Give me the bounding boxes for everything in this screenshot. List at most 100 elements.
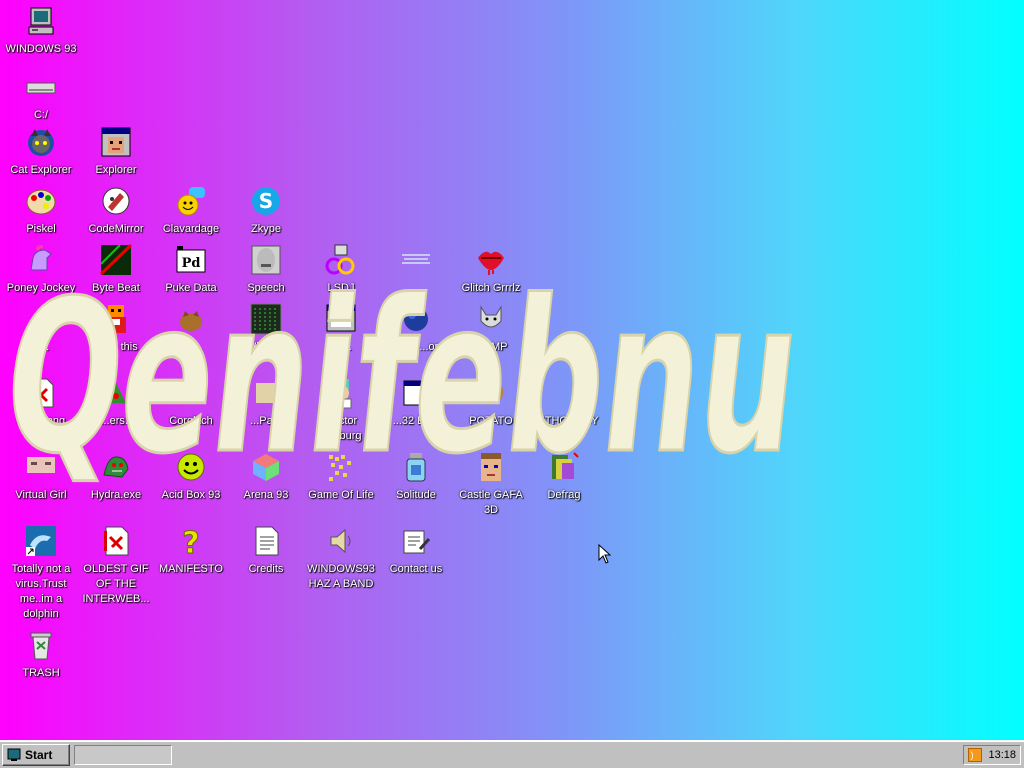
- icon-piskel[interactable]: Piskel: [3, 184, 79, 237]
- desktop: WINDOWS 93 C:/ Cat Explorer Explorer Pis…: [0, 0, 1024, 740]
- icon-label: Hydra.exe: [90, 489, 142, 501]
- corgi-icon: [174, 376, 208, 410]
- wolf-icon: [474, 302, 508, 336]
- icon-codemirror[interactable]: CodeMirror: [78, 184, 154, 237]
- icon-clavardage[interactable]: Clavardage: [153, 184, 229, 237]
- icon-label: Poney Jockey: [6, 282, 76, 294]
- icon-ou[interactable]: ...OU...or: [378, 302, 454, 355]
- icon-haz-a-band[interactable]: WINDOWS93 HAZ A BAND: [303, 524, 379, 592]
- svg-text:?: ?: [182, 526, 199, 557]
- icon-label: Credits: [248, 563, 284, 575]
- bytebeat-icon: [99, 243, 133, 277]
- icon-anthology[interactable]: ANTHOLOGY: [526, 376, 602, 429]
- icon-pe[interactable]: Pe...: [153, 302, 229, 355]
- system-tray: ) 13:18: [963, 745, 1021, 765]
- icon-label: Totally not a virus.Trust me..im a dolph…: [11, 563, 71, 620]
- paint-palette-icon: [24, 184, 58, 218]
- icon-speech[interactable]: Speech: [228, 243, 304, 296]
- icon-acid-box[interactable]: Acid Box 93: [153, 450, 229, 503]
- icon-credits[interactable]: Credits: [228, 524, 304, 577]
- defrag-icon: [547, 450, 581, 484]
- icon-manifesto[interactable]: ? MANIFESTO: [153, 524, 229, 577]
- icon-label: Castle GAFA 3D: [459, 489, 523, 516]
- icon-potato[interactable]: POTATO: [453, 376, 529, 429]
- icon-32-exe[interactable]: ...32 EXE: [378, 376, 454, 429]
- icon-cat-explorer[interactable]: Cat Explorer: [3, 125, 79, 178]
- task-button-slot[interactable]: [74, 745, 172, 765]
- icon-glitch-lines[interactable]: [378, 243, 454, 281]
- icon-label: TRASH: [22, 667, 60, 679]
- svg-text:S: S: [259, 189, 273, 213]
- icon-label: Pe...: [179, 341, 203, 353]
- puredata-icon: Pd: [174, 243, 208, 277]
- icon-take-this[interactable]: Take this: [78, 302, 154, 355]
- icon-label: WINDOWS 93: [5, 43, 77, 55]
- dolphin-icon: [24, 524, 58, 558]
- icon-glitch-grrrlz[interactable]: Glitch Grrrlz: [453, 243, 529, 296]
- icon-label: ...AMP: [474, 341, 508, 353]
- icon-label: C:/: [33, 109, 49, 121]
- icon-explorer[interactable]: Explorer: [78, 125, 154, 178]
- icon-solitude[interactable]: Solitude: [378, 450, 454, 503]
- icon-label: Byte Beat: [92, 282, 140, 294]
- icon-label: ...t...: [330, 341, 352, 353]
- stick-figure-icon: [24, 302, 58, 336]
- mouse-cursor-icon: [598, 544, 612, 564]
- icon-trash[interactable]: TRASH: [3, 628, 79, 681]
- icon-poney-jockey[interactable]: Poney Jockey: [3, 243, 79, 296]
- icon-st-ers-avi[interactable]: St...ers.avi: [78, 376, 154, 429]
- contact-icon: [399, 524, 433, 558]
- icon-label: Defrag: [547, 489, 581, 501]
- icon-label: ...32 EXE: [392, 415, 440, 427]
- icon-drive[interactable]: C:/: [3, 70, 79, 123]
- icon-lenna[interactable]: lenna.png: [3, 376, 79, 429]
- start-logo-icon: [7, 748, 21, 762]
- icon-contact-us[interactable]: Contact us: [378, 524, 454, 577]
- icon-label: lenna.png: [16, 415, 66, 427]
- pony-icon: [24, 243, 58, 277]
- game-of-life-icon: [324, 450, 358, 484]
- icon-game-of-life[interactable]: Game Of Life: [303, 450, 379, 503]
- icon-label: Contact us: [389, 563, 443, 575]
- icon-castle-gafa[interactable]: Castle GAFA 3D: [453, 450, 529, 518]
- icon-doctor-marburg[interactable]: Doctor Marburg: [303, 376, 379, 444]
- explorer-window-icon: [99, 125, 133, 159]
- icon-dolphin[interactable]: Totally not a virus.Trust me..im a dolph…: [3, 524, 79, 622]
- rss-icon[interactable]: ): [968, 748, 983, 762]
- icon-lsdj[interactable]: LSDJ: [303, 243, 379, 296]
- icon-oldest-gif[interactable]: OLDEST GIF OF THE INTERWEB...: [78, 524, 154, 607]
- icon-hydra[interactable]: Hydra.exe: [78, 450, 154, 503]
- document-icon: [249, 524, 283, 558]
- icon-b[interactable]: B...: [3, 302, 79, 355]
- blue-blob-icon: [399, 302, 433, 336]
- icon-corglitch[interactable]: Corglitch: [153, 376, 229, 429]
- icon-label: Cat Explorer: [10, 164, 72, 176]
- icon-label: Doctor Marburg: [320, 415, 362, 442]
- taskbar: Start ) 13:18: [0, 740, 1024, 768]
- icon-defrag[interactable]: Defrag: [526, 450, 602, 503]
- icon-label: ...Pa...: [250, 415, 282, 427]
- icon-pa[interactable]: ...Pa...: [228, 376, 304, 429]
- solitude-icon: [399, 450, 433, 484]
- codemirror-icon: [99, 184, 133, 218]
- icon-t[interactable]: ...t...: [303, 302, 379, 355]
- icon-what-if[interactable]: What if?: [228, 302, 304, 355]
- icon-byte-beat[interactable]: Byte Beat: [78, 243, 154, 296]
- icon-label: WINDOWS93 HAZ A BAND: [307, 563, 375, 590]
- lips-icon: [474, 243, 508, 277]
- icon-puke-data[interactable]: Pd Puke Data: [153, 243, 229, 296]
- icon-label: Clavardage: [162, 223, 220, 235]
- start-button[interactable]: Start: [2, 744, 70, 766]
- image-file-icon: [24, 376, 58, 410]
- icon-amp[interactable]: ...AMP: [453, 302, 529, 355]
- hydra-icon: [99, 450, 133, 484]
- castle-face-icon: [474, 450, 508, 484]
- icon-zkype[interactable]: S Zkype: [228, 184, 304, 237]
- drive-icon: [24, 70, 58, 104]
- take-this-icon: [99, 302, 133, 336]
- icon-virtual-girl[interactable]: Virtual Girl: [3, 450, 79, 503]
- video-file-icon: [99, 376, 133, 410]
- icon-windows93[interactable]: WINDOWS 93: [3, 4, 79, 57]
- icon-arena93[interactable]: Arena 93: [228, 450, 304, 503]
- virtual-girl-icon: [24, 450, 58, 484]
